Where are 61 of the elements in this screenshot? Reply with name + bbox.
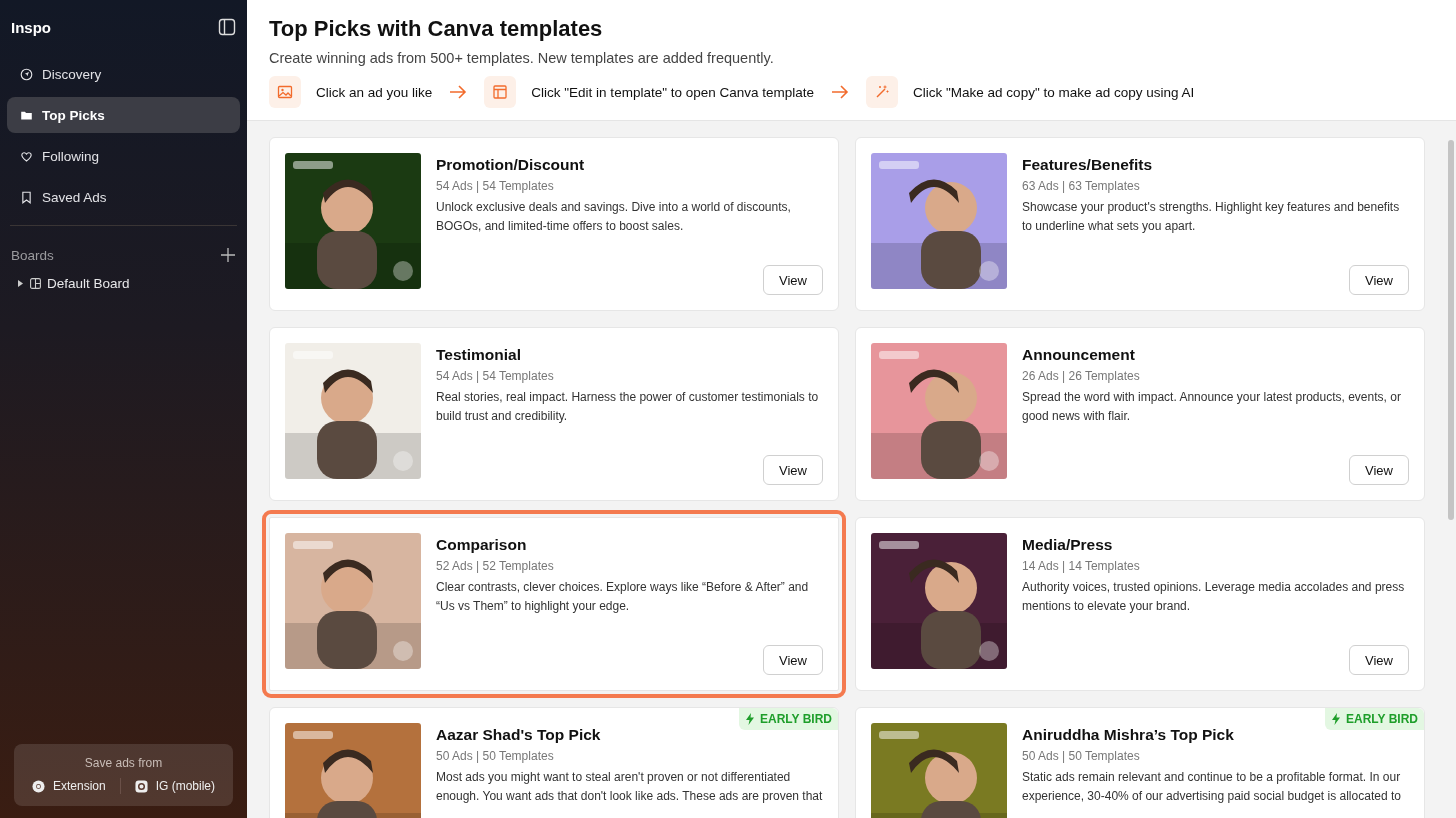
card-title: Promotion/Discount <box>436 156 586 174</box>
board-item[interactable]: Default Board <box>47 276 130 291</box>
layout-icon <box>492 84 509 100</box>
board-icon <box>30 278 41 289</box>
card-description: Clear contrasts, clever choices. Explore ways like “Before & After” and “Us vs Them” to highlight your edge. <box>436 579 810 615</box>
card-description: Spread the word with impact. Announce your latest products, events, or good news with flair. <box>1022 389 1402 425</box>
card-meta: 54 Ads | 54 Templates <box>436 179 555 193</box>
card-title: Aazar Shad's Top Pick <box>436 726 602 744</box>
card-meta: 52 Ads | 52 Templates <box>436 559 555 573</box>
add-icon[interactable] <box>220 247 236 263</box>
card-description: Most ads you might want to steal aren't proven or not differentiated enough. You want ads that don't look like ads. These ads are proven that <box>436 769 823 805</box>
nav-item[interactable]: Saved Ads <box>7 179 240 215</box>
card-title: Testimonial <box>436 346 522 364</box>
nav-item[interactable]: Following <box>7 138 240 174</box>
arrow-icon <box>830 84 851 100</box>
card-meta: 14 Ads | 14 Templates <box>1022 559 1141 573</box>
page-title: Top Picks with Canva templates <box>269 16 604 42</box>
step-label: Click an ad you like <box>316 84 433 100</box>
page-subtitle: Create winning ads from 500+ templates. New templates are added frequently. <box>269 50 775 66</box>
source-link[interactable]: IG (mobile) <box>130 779 219 793</box>
early-bird-badge: EARLY BIRD <box>1324 708 1424 730</box>
card-description: Showcase your product's strengths. Highlight key features and benefits to underline what sets you apart. <box>1022 199 1401 235</box>
view-button[interactable]: View <box>1349 265 1409 295</box>
app-logo: Inspo <box>11 18 51 36</box>
card-description: Unlock exclusive deals and savings. Dive into a world of discounts, BOGOs, and limited-time offers to boost sales. <box>436 199 792 235</box>
view-button[interactable]: View <box>763 455 823 485</box>
early-bird-badge: EARLY BIRD <box>738 708 838 730</box>
nav-item[interactable]: Discovery <box>7 56 240 92</box>
card-description: Static ads remain relevant and continue to be a profitable format. In our experience, 30-40% of our advertising paid social budget is allocated to <box>1022 769 1402 805</box>
heart-icon <box>20 149 33 163</box>
card-title: Media/Press <box>1022 536 1114 554</box>
card-description: Real stories, real impact. Harness the power of customer testimonials to build trust and credibility. <box>436 389 820 425</box>
card-meta: 63 Ads | 63 Templates <box>1022 179 1141 193</box>
section-label: Boards <box>11 247 54 263</box>
caret-icon[interactable] <box>17 280 24 287</box>
save-ads-title: Save ads from <box>84 756 163 770</box>
card-meta: 50 Ads | 50 Templates <box>436 749 555 763</box>
source-link[interactable]: Extension <box>27 779 110 793</box>
view-button[interactable]: View <box>763 265 823 295</box>
view-button[interactable]: View <box>1349 455 1409 485</box>
card-meta: 50 Ads | 50 Templates <box>1022 749 1141 763</box>
step-label: Click "Edit in template" to open Canva template <box>531 84 815 100</box>
image-icon <box>277 84 293 100</box>
magic-wand-icon <box>874 84 891 100</box>
view-button[interactable]: View <box>1349 645 1409 675</box>
card-title: Aniruddha Mishra’s Top Pick <box>1022 726 1235 744</box>
nav-item[interactable]: Top Picks <box>7 97 240 133</box>
card-title: Announcement <box>1022 346 1136 364</box>
bookmark-icon <box>20 190 33 204</box>
view-button[interactable]: View <box>763 645 823 675</box>
card-meta: 26 Ads | 26 Templates <box>1022 369 1141 383</box>
card-title: Comparison <box>436 536 528 554</box>
card-description: Authority voices, trusted opinions. Leverage media accolades and press mentions to elevate your brand. <box>1022 579 1406 615</box>
browser-icon <box>31 779 45 793</box>
card-meta: 54 Ads | 54 Templates <box>436 369 555 383</box>
camera-icon <box>134 779 148 793</box>
sidebar-toggle-icon[interactable] <box>218 18 236 36</box>
arrow-icon <box>448 84 469 100</box>
compass-icon <box>20 67 33 81</box>
step-label: Click "Make ad copy" to make ad copy using AI <box>913 84 1195 100</box>
card-title: Features/Benefits <box>1022 156 1154 174</box>
